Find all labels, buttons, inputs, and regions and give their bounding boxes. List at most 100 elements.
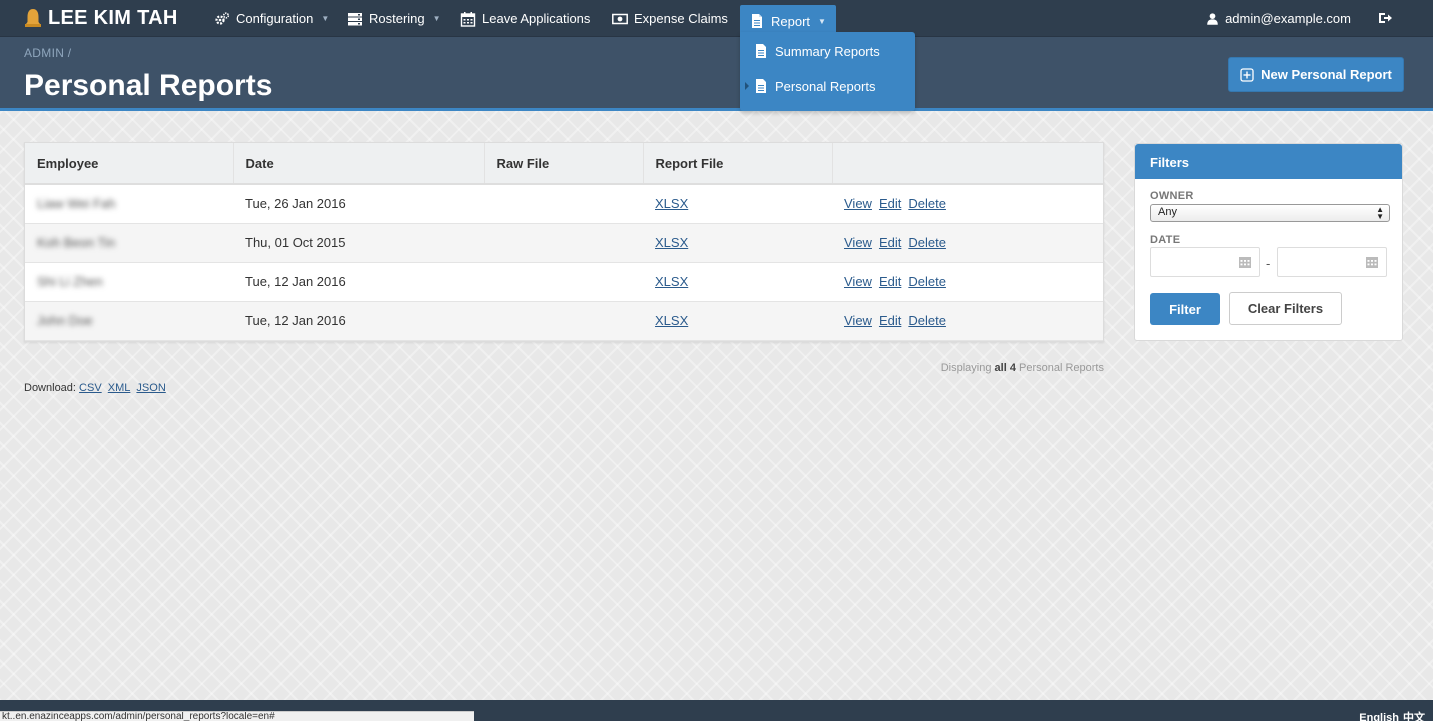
employee-name: John Doe xyxy=(37,313,93,328)
nav-rostering-label: Rostering xyxy=(369,11,425,26)
report-file-link[interactable]: XLSX xyxy=(655,274,688,289)
owner-label: OWNER xyxy=(1150,190,1194,202)
page-title: Personal Reports xyxy=(24,69,273,102)
lang-chinese-link[interactable]: 中文 xyxy=(1403,712,1425,721)
new-personal-report-label: New Personal Report xyxy=(1261,67,1392,82)
employee-name: Shi Li Zhen xyxy=(37,274,103,289)
view-link[interactable]: View xyxy=(844,313,872,328)
breadcrumb[interactable]: ADMIN / xyxy=(24,46,71,60)
nav-report-label: Report xyxy=(771,13,811,29)
employee-name: Liaw Wei Fah xyxy=(37,196,116,212)
nav-leave-applications[interactable]: Leave Applications xyxy=(460,5,590,32)
personal-reports-table: Employee Date Raw File Report File Liaw … xyxy=(24,142,1104,342)
date-range-separator: - xyxy=(1266,256,1271,271)
report-date: Tue, 12 Jan 2016 xyxy=(233,262,484,302)
column-header-date[interactable]: Date xyxy=(233,143,485,185)
clear-filters-button[interactable]: Clear Filters xyxy=(1229,292,1342,325)
menu-item-summary-reports[interactable]: Summary Reports xyxy=(754,40,880,62)
pagination-info: Displaying all 4 Personal Reports xyxy=(24,362,1104,374)
bell-logo-icon xyxy=(25,9,41,27)
download-xml-link[interactable]: XML xyxy=(108,382,131,394)
nav-expense-claims[interactable]: Expense Claims xyxy=(612,5,728,32)
logout-icon[interactable] xyxy=(1377,10,1393,26)
view-link[interactable]: View xyxy=(844,235,872,250)
nav-rostering[interactable]: Rostering ▼ xyxy=(347,5,441,32)
browser-status-bar: kt..en.enazinceapps.com/admin/personal_r… xyxy=(0,711,474,721)
nav-expense-claims-label: Expense Claims xyxy=(634,11,728,26)
delete-link[interactable]: Delete xyxy=(908,196,946,211)
calendar-icon xyxy=(460,11,476,27)
language-switcher: English 中文 xyxy=(1355,709,1425,721)
report-date: Thu, 01 Oct 2015 xyxy=(233,223,484,263)
download-label: Download: xyxy=(24,382,76,394)
edit-link[interactable]: Edit xyxy=(879,313,901,328)
pagination-prefix: Displaying xyxy=(940,362,992,374)
active-indicator-icon xyxy=(745,82,749,90)
cogs-icon xyxy=(215,11,230,25)
edit-link[interactable]: Edit xyxy=(879,196,901,211)
calendar-icon xyxy=(1366,257,1378,268)
table-row: John Doe Tue, 12 Jan 2016 XLSX View Edit D… xyxy=(25,301,1103,341)
user-menu[interactable]: admin@example.com xyxy=(1206,5,1351,32)
download-csv-link[interactable]: CSV xyxy=(79,382,102,394)
date-from-input[interactable] xyxy=(1150,247,1260,277)
date-label: DATE xyxy=(1150,234,1181,246)
owner-select-value: Any xyxy=(1158,206,1177,218)
date-to-input[interactable] xyxy=(1277,247,1387,277)
edit-link[interactable]: Edit xyxy=(879,274,901,289)
filters-title: Filters xyxy=(1135,144,1402,179)
table-row: Shi Li Zhen Tue, 12 Jan 2016 XLSX View Ed… xyxy=(25,262,1103,302)
chevron-down-icon: ▼ xyxy=(432,14,441,23)
report-file-link[interactable]: XLSX xyxy=(655,235,688,250)
menu-item-personal-reports[interactable]: Personal Reports xyxy=(754,75,875,97)
owner-select[interactable]: Any ▲ ▼ xyxy=(1150,204,1390,222)
raw-file xyxy=(484,262,643,302)
employee-name: Koh Beon Tin xyxy=(37,235,116,250)
server-icon xyxy=(348,12,362,25)
menu-item-personal-reports-label: Personal Reports xyxy=(775,78,876,94)
calendar-icon xyxy=(1239,257,1251,268)
brand[interactable]: LEE KIM TAH xyxy=(24,5,178,31)
money-icon xyxy=(612,13,628,24)
report-file-link[interactable]: XLSX xyxy=(655,196,688,211)
file-icon xyxy=(752,14,762,28)
brand-name: LEE KIM TAH xyxy=(48,6,178,29)
column-header-employee[interactable]: Employee xyxy=(25,143,234,185)
lang-english-link[interactable]: English xyxy=(1359,712,1399,721)
column-header-actions xyxy=(832,143,1103,185)
chevron-down-icon: ▼ xyxy=(321,14,330,23)
chevron-down-icon: ▼ xyxy=(818,16,826,26)
user-icon xyxy=(1207,12,1218,25)
filter-button[interactable]: Filter xyxy=(1150,293,1220,325)
delete-link[interactable]: Delete xyxy=(908,274,946,289)
view-link[interactable]: View xyxy=(844,196,872,211)
nav-configuration[interactable]: Configuration ▼ xyxy=(214,5,329,32)
table-header-row: Employee Date Raw File Report File xyxy=(25,143,1103,185)
nav-configuration-label: Configuration xyxy=(236,11,314,26)
delete-link[interactable]: Delete xyxy=(908,313,946,328)
table-row: Koh Beon Tin Thu, 01 Oct 2015 XLSX View E… xyxy=(25,223,1103,263)
select-arrows-icon: ▲ ▼ xyxy=(1376,205,1384,221)
pagination-suffix: Personal Reports xyxy=(1019,362,1104,374)
report-date: Tue, 26 Jan 2016 xyxy=(233,184,484,224)
edit-link[interactable]: Edit xyxy=(879,235,901,250)
menu-item-summary-reports-label: Summary Reports xyxy=(775,43,880,59)
pagination-count: all 4 xyxy=(994,362,1016,374)
file-icon xyxy=(756,44,766,58)
raw-file xyxy=(484,301,643,341)
report-date: Tue, 12 Jan 2016 xyxy=(233,301,484,341)
raw-file xyxy=(484,184,643,224)
page-header: ADMIN / Personal Reports New Personal Re… xyxy=(0,37,1433,111)
report-dropdown-menu: Summary Reports Personal Reports xyxy=(740,32,915,111)
top-navbar: LEE KIM TAH Configuration ▼ Rostering ▼ … xyxy=(0,0,1433,37)
delete-link[interactable]: Delete xyxy=(908,235,946,250)
filters-panel: Filters OWNER Any ▲ ▼ DATE - Filter Clear… xyxy=(1134,143,1403,341)
download-json-link[interactable]: JSON xyxy=(136,382,165,394)
report-file-link[interactable]: XLSX xyxy=(655,313,688,328)
new-personal-report-button[interactable]: New Personal Report xyxy=(1228,57,1404,92)
view-link[interactable]: View xyxy=(844,274,872,289)
column-header-raw-file[interactable]: Raw File xyxy=(484,143,644,185)
plus-square-icon xyxy=(1240,67,1254,82)
raw-file xyxy=(484,223,643,263)
column-header-report-file[interactable]: Report File xyxy=(643,143,833,185)
